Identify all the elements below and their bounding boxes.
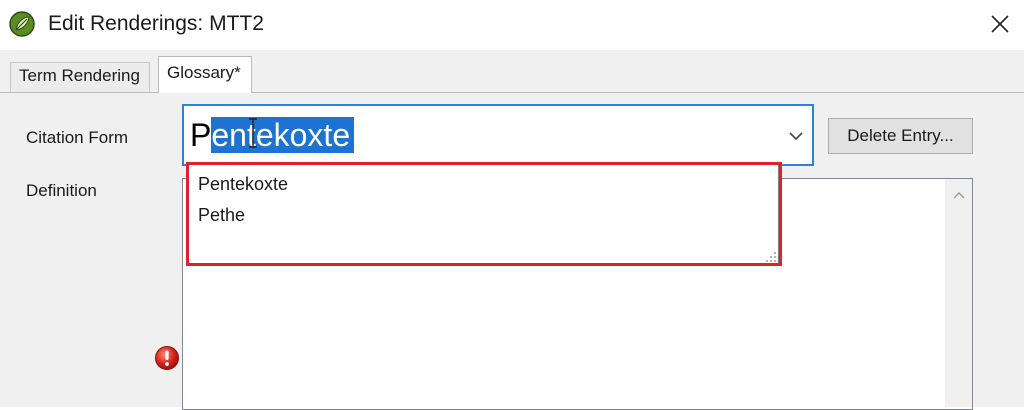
leaf-icon bbox=[9, 11, 35, 37]
citation-form-label: Citation Form bbox=[26, 128, 129, 147]
citation-form-input[interactable]: Pentekoxte bbox=[190, 117, 355, 153]
tab-term-rendering[interactable]: Term Rendering bbox=[10, 62, 150, 92]
citation-text-unselected: P bbox=[190, 117, 212, 153]
dropdown-item[interactable]: Pentekoxte bbox=[198, 173, 288, 195]
tab-strip bbox=[0, 50, 1024, 92]
chevron-down-icon[interactable] bbox=[788, 130, 804, 142]
citation-text-selected: entekoxte bbox=[211, 117, 355, 153]
ibeam-cursor-icon bbox=[249, 118, 257, 148]
error-icon bbox=[155, 346, 179, 370]
dropdown-item[interactable]: Pethe bbox=[198, 204, 245, 226]
tab-glossary[interactable]: Glossary* bbox=[158, 56, 252, 93]
window-title: Edit Renderings: MTT2 bbox=[48, 12, 264, 35]
autocomplete-dropdown: Pentekoxte Pethe bbox=[187, 163, 779, 265]
delete-entry-button[interactable]: Delete Entry... bbox=[828, 118, 973, 154]
chevron-up-icon[interactable] bbox=[953, 191, 965, 199]
title-bar: Edit Renderings: MTT2 bbox=[0, 0, 1024, 50]
close-icon[interactable] bbox=[982, 6, 1018, 42]
citation-form-combobox[interactable]: Pentekoxte bbox=[182, 104, 814, 166]
definition-scrollbar[interactable] bbox=[945, 179, 972, 407]
resize-grip-icon[interactable] bbox=[763, 249, 777, 263]
definition-label: Definition bbox=[26, 181, 97, 200]
